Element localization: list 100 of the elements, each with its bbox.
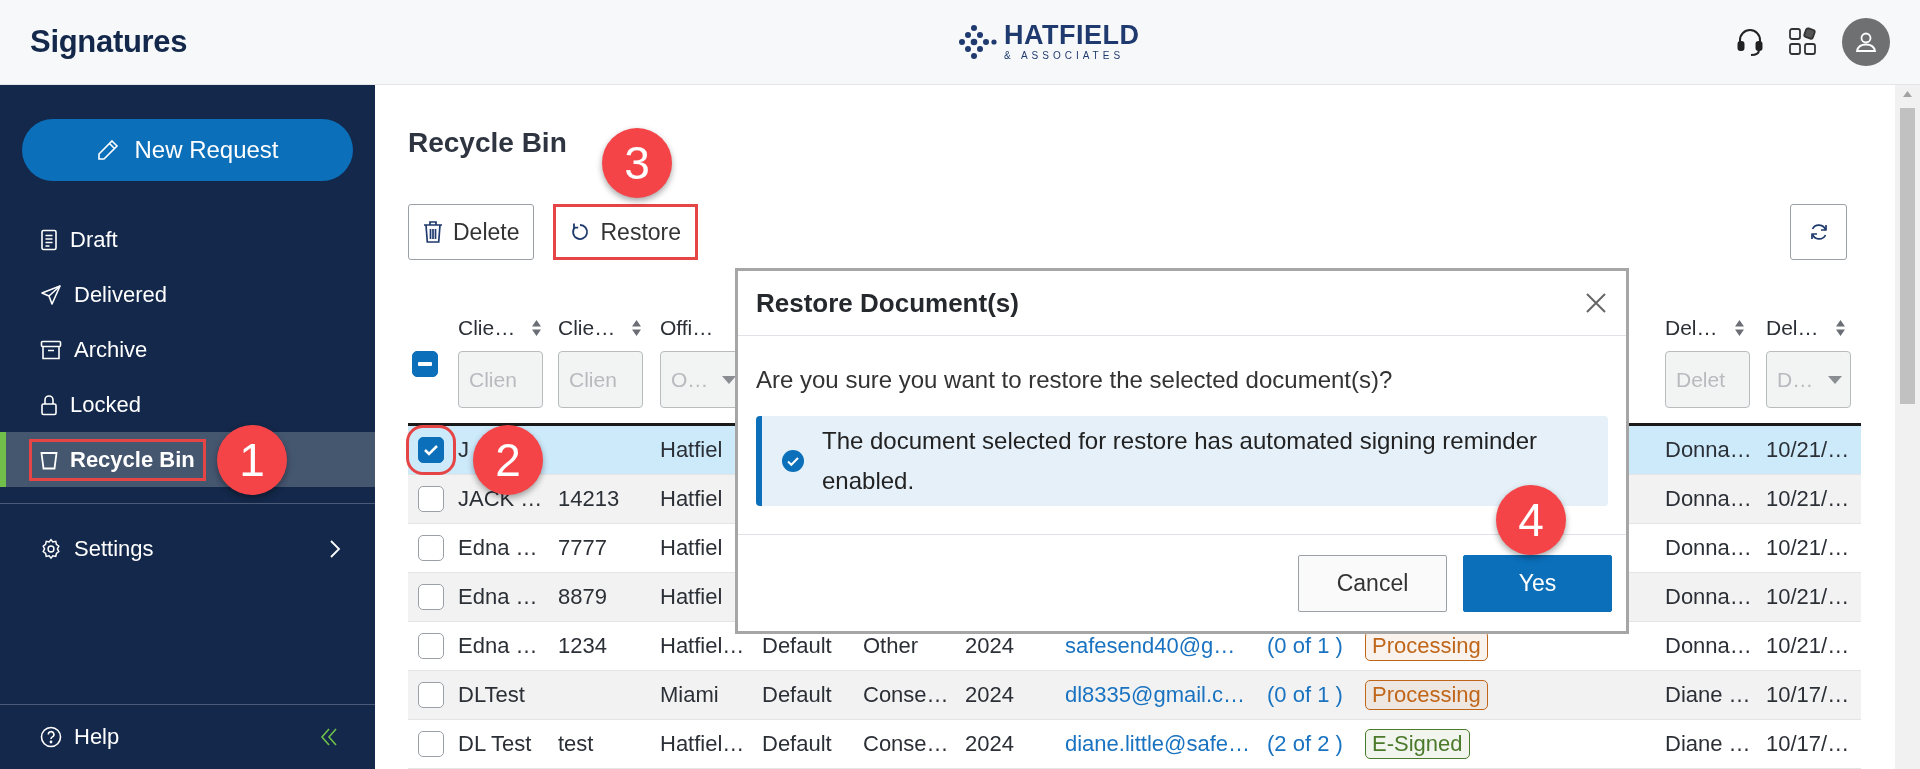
settings-label: Settings: [74, 535, 154, 562]
table-cell: 2024: [965, 633, 1014, 658]
toolbar-button[interactable]: Restore: [553, 204, 699, 260]
table-cell: 2024: [965, 731, 1014, 756]
row-checkbox[interactable]: [418, 731, 444, 757]
table-cell: 10/21/…: [1766, 633, 1850, 658]
close-icon[interactable]: [1586, 293, 1606, 313]
table-cell: DL Test: [458, 731, 532, 756]
sidebar-item-label: Recycle Bin: [70, 446, 195, 473]
table-cell: Hatfiel: [660, 535, 723, 560]
apps-grid-icon[interactable]: [1788, 27, 1818, 57]
row-checkbox[interactable]: [418, 633, 444, 659]
sort-icon[interactable]: [631, 319, 643, 337]
collapse-icon[interactable]: [319, 727, 339, 747]
dialog-title: Restore Document(s): [756, 287, 1019, 319]
minus-icon: [418, 362, 432, 366]
table-cell: 7777: [558, 535, 607, 560]
table-row[interactable]: DL Test test Hatfiel… Default Conse… 2024 diane.little@safe… (2 of 2 ) E-Signed Diane … 10/17/…: [408, 720, 1861, 769]
new-request-button[interactable]: New Request: [22, 119, 353, 181]
column-header[interactable]: Del…: [1766, 316, 1819, 340]
table-cell: 14213: [558, 486, 620, 511]
column-header[interactable]: Clie…: [458, 316, 516, 340]
table-cell: Donna…: [1665, 535, 1752, 560]
table-cell: Diane …: [1665, 682, 1751, 707]
page-title: Recycle Bin: [408, 126, 568, 160]
sort-icon[interactable]: [531, 319, 543, 337]
checkmark-icon: [423, 444, 439, 456]
table-cell: 10/17/…: [1766, 731, 1850, 756]
dropdown-arrow-icon: [722, 375, 736, 384]
table-cell: Donna…: [1665, 584, 1752, 609]
row-checkbox[interactable]: [418, 584, 444, 610]
archive-box-icon: [40, 339, 62, 360]
table-cell: 10/21/…: [1766, 486, 1850, 511]
settings-item[interactable]: Settings: [0, 521, 375, 576]
table-cell: 10/21/…: [1766, 437, 1850, 462]
refresh-button[interactable]: [1790, 204, 1847, 260]
sidebar-item-label: Draft: [70, 226, 118, 253]
select-all-checkbox[interactable]: [412, 351, 438, 377]
sidebar-item[interactable]: Archive: [0, 322, 375, 377]
table-cell: Default: [762, 731, 832, 756]
column-header[interactable]: Offi…: [660, 316, 714, 340]
table-cell: 8879: [558, 584, 607, 609]
help-icon: [40, 726, 62, 748]
link-cell[interactable]: (0 of 1 ): [1267, 633, 1343, 658]
table-cell: Edna …: [458, 535, 538, 560]
logo-mark-icon: [958, 23, 998, 60]
row-checkbox[interactable]: [418, 535, 444, 561]
table-row[interactable]: DLTest Miami Default Conse… 2024 dl8335@gmail.c… (0 of 1 ) Processing Diane … 10/17/…: [408, 671, 1861, 720]
logo-tagline: & ASSOCIATES: [1004, 51, 1126, 61]
sort-icon[interactable]: [1834, 319, 1846, 337]
table-cell: Conse…: [863, 731, 949, 756]
user-avatar[interactable]: [1842, 18, 1890, 66]
table-cell: Hatfiel…: [660, 633, 745, 658]
pencil-icon: [96, 138, 121, 162]
sidebar-item[interactable]: Draft: [0, 212, 375, 267]
table-cell: Diane …: [1665, 731, 1751, 756]
cancel-button[interactable]: Cancel: [1298, 554, 1447, 612]
check-circle-icon: [782, 450, 804, 472]
status-tag: E-Signed: [1365, 729, 1470, 759]
lock-icon: [40, 393, 58, 416]
bin-icon: [40, 449, 58, 470]
table-cell: 10/21/…: [1766, 535, 1850, 560]
settings-icon: [40, 537, 62, 560]
row-checkbox[interactable]: [418, 486, 444, 512]
headset-icon[interactable]: [1736, 27, 1764, 57]
link-cell[interactable]: diane.little@safe…: [1065, 731, 1250, 756]
sort-icon[interactable]: [1733, 319, 1745, 337]
paper-plane-icon: [40, 283, 62, 306]
confirm-button[interactable]: Yes: [1463, 554, 1612, 612]
column-header[interactable]: Clie…: [558, 316, 616, 340]
logo-name: HATFIELD: [1004, 22, 1140, 49]
column-header[interactable]: Del…: [1665, 316, 1718, 340]
table-cell: Other: [863, 633, 919, 658]
table-cell: J: [458, 437, 469, 462]
toolbar-button[interactable]: Delete: [408, 204, 535, 260]
help-item[interactable]: Help: [0, 705, 375, 769]
table-cell: Donna…: [1665, 437, 1752, 462]
sidebar-item-label: Locked: [70, 391, 141, 418]
table-cell: Donna…: [1665, 633, 1752, 658]
table-cell: Hatfiel…: [660, 731, 745, 756]
table-cell: Edna …: [458, 633, 538, 658]
sidebar-item[interactable]: Delivered: [0, 267, 375, 322]
table-cell: Donna…: [1665, 486, 1752, 511]
chevron-right-icon: [329, 538, 341, 559]
sidebar-item-label: Delivered: [74, 281, 167, 308]
table-cell: Conse…: [863, 682, 949, 707]
link-cell[interactable]: safesend40@g…: [1065, 633, 1236, 658]
table-cell: Default: [762, 633, 832, 658]
trash-icon: [423, 220, 443, 244]
link-cell[interactable]: (0 of 1 ): [1267, 682, 1343, 707]
table-cell: 10/17/…: [1766, 682, 1850, 707]
table-cell: Hatfiel: [660, 486, 723, 511]
link-cell[interactable]: dl8335@gmail.c…: [1065, 682, 1246, 707]
table-cell: 10/21/…: [1766, 584, 1850, 609]
table-cell: Miami: [660, 682, 719, 707]
table-cell: Default: [762, 682, 832, 707]
table-cell: 1234: [558, 633, 607, 658]
table-cell: test: [558, 731, 594, 756]
row-checkbox[interactable]: [418, 682, 444, 708]
link-cell[interactable]: (2 of 2 ): [1267, 731, 1343, 756]
